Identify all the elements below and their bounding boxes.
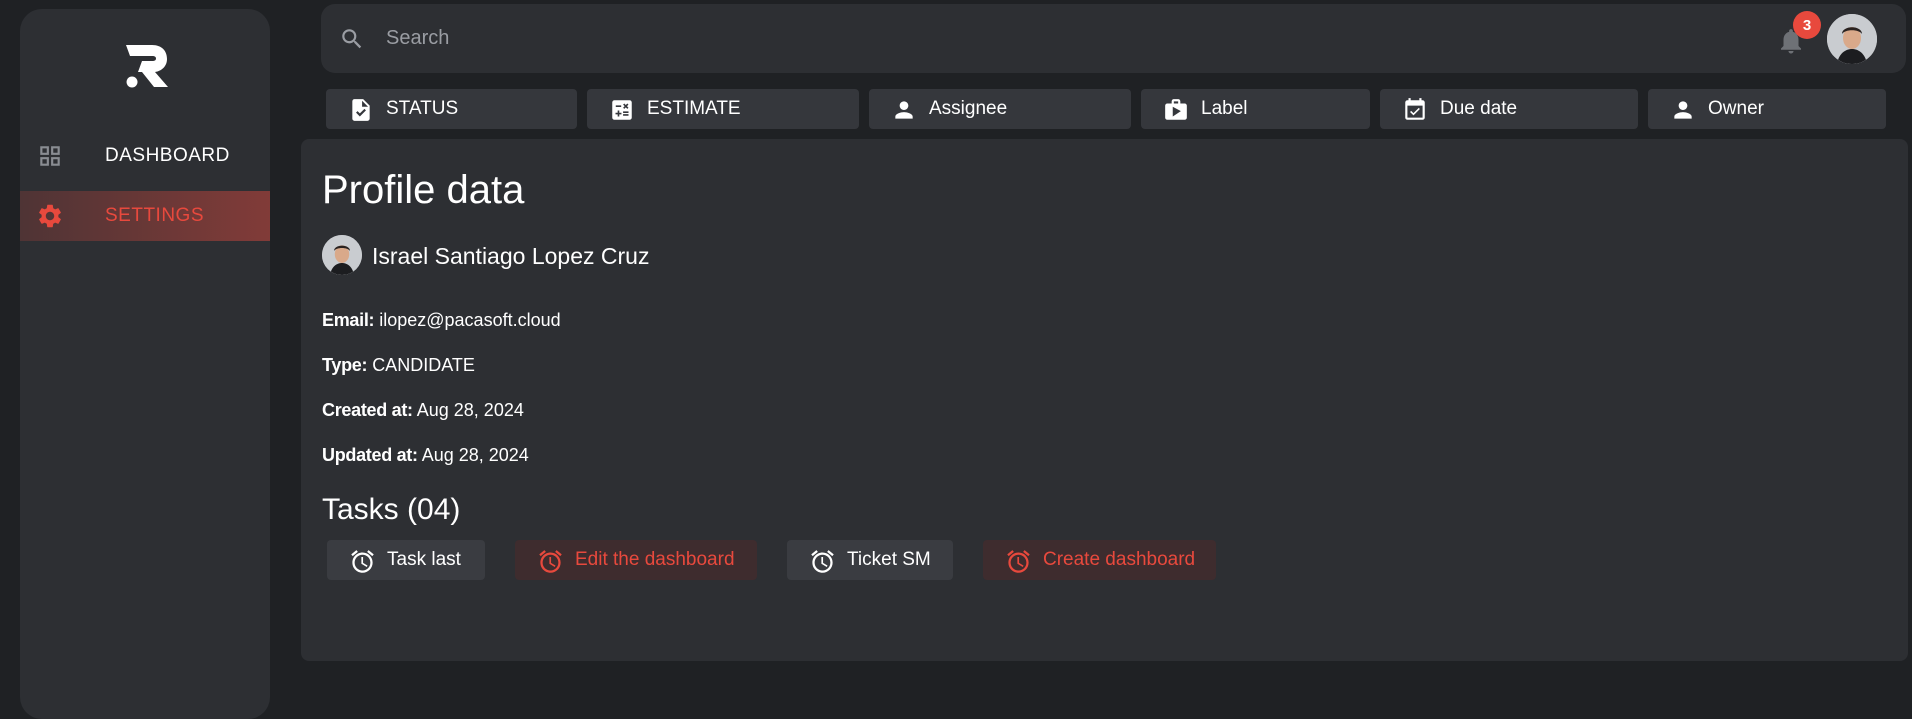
filter-label: STATUS <box>386 98 459 119</box>
task-chip[interactable]: Task last <box>327 540 485 580</box>
alarm-icon <box>349 548 375 574</box>
created-row: Created at: Aug 28, 2024 <box>322 400 524 421</box>
alarm-icon <box>537 548 563 574</box>
sidebar-item-label: DASHBOARD <box>105 145 230 166</box>
person-icon <box>1670 97 1694 121</box>
avatar[interactable] <box>1827 14 1877 64</box>
filter-assignee-button[interactable]: Assignee <box>869 89 1131 129</box>
type-label: Type: <box>322 355 368 375</box>
task-label: Create dashboard <box>1043 549 1196 570</box>
play-bag-icon <box>1163 97 1187 121</box>
avatar <box>322 235 362 275</box>
sidebar-item-dashboard[interactable]: DASHBOARD <box>20 131 270 181</box>
filter-label: Due date <box>1440 98 1518 119</box>
grid-icon <box>36 142 64 170</box>
type-row: Type: CANDIDATE <box>322 355 475 376</box>
created-value: Aug 28, 2024 <box>416 400 524 420</box>
filter-label-button[interactable]: Label <box>1141 89 1370 129</box>
sidebar-item-label: SETTINGS <box>105 205 205 226</box>
task-label: Ticket SM <box>847 549 931 570</box>
alarm-icon <box>809 548 835 574</box>
filter-label: Label <box>1201 98 1248 119</box>
file-check-icon <box>348 97 372 121</box>
profile-name: Israel Santiago Lopez Cruz <box>372 243 650 269</box>
filter-label: ESTIMATE <box>647 98 741 119</box>
profile-panel <box>301 139 1908 661</box>
email-row: Email: ilopez@pacasoft.cloud <box>322 310 561 331</box>
page-title: Profile data <box>322 168 525 212</box>
notification-badge: 3 <box>1793 11 1821 39</box>
filter-due-date-button[interactable]: Due date <box>1380 89 1638 129</box>
filter-estimate-button[interactable]: ESTIMATE <box>587 89 859 129</box>
filter-label: Assignee <box>929 98 1008 119</box>
sidebar: DASHBOARD SETTINGS <box>20 9 270 719</box>
top-bar: 3 <box>321 4 1906 73</box>
updated-value: Aug 28, 2024 <box>421 445 529 465</box>
calculator-icon <box>609 97 633 121</box>
task-chip[interactable]: Edit the dashboard <box>515 540 757 580</box>
email-value: ilopez@pacasoft.cloud <box>379 310 561 330</box>
updated-label: Updated at: <box>322 445 418 465</box>
filter-owner-button[interactable]: Owner <box>1648 89 1886 129</box>
task-chip[interactable]: Ticket SM <box>787 540 953 580</box>
calendar-check-icon <box>1402 97 1426 121</box>
person-icon <box>891 97 915 121</box>
filter-label: Owner <box>1708 98 1764 119</box>
alarm-icon <box>1005 548 1031 574</box>
created-label: Created at: <box>322 400 413 420</box>
email-label: Email: <box>322 310 375 330</box>
updated-row: Updated at: Aug 28, 2024 <box>322 445 529 466</box>
task-chip[interactable]: Create dashboard <box>983 540 1216 580</box>
search-icon <box>339 26 365 52</box>
sidebar-item-settings[interactable]: SETTINGS <box>20 191 270 241</box>
r-brand-logo[interactable] <box>120 39 174 93</box>
search-input[interactable] <box>386 20 1486 56</box>
gear-icon <box>36 202 64 230</box>
tasks-title: Tasks (04) <box>322 493 461 526</box>
task-label: Edit the dashboard <box>575 549 735 570</box>
task-label: Task last <box>387 549 461 570</box>
filter-status-button[interactable]: STATUS <box>326 89 577 129</box>
type-value: CANDIDATE <box>372 355 475 375</box>
